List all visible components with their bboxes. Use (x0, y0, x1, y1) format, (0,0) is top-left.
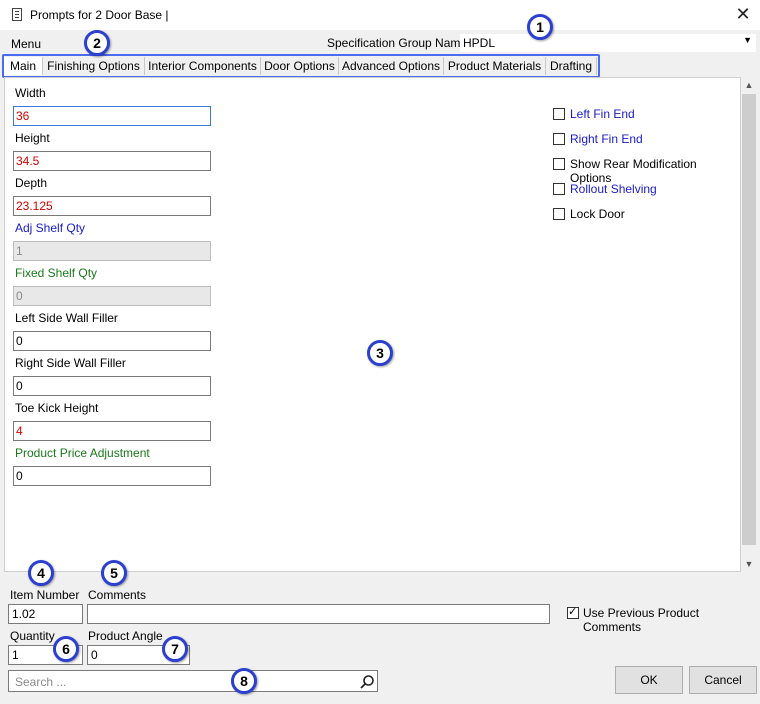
scroll-down-icon[interactable]: ▼ (741, 556, 757, 572)
tab-strip-highlight (2, 54, 600, 78)
right-side-wall-filler-label: Right Side Wall Filler (15, 356, 126, 370)
right-fin-end-label[interactable]: Right Fin End (570, 132, 643, 146)
width-label: Width (15, 86, 46, 100)
search-icon[interactable] (359, 674, 375, 690)
rollout-shelving-label[interactable]: Rollout Shelving (570, 182, 657, 196)
callout-badge: 4 (28, 560, 54, 586)
item-number-field[interactable]: 1.02 (8, 604, 83, 624)
chevron-down-icon: ▼ (743, 35, 752, 45)
window-title: Prompts for 2 Door Base | (30, 8, 169, 22)
quantity-label: Quantity (10, 629, 55, 643)
cancel-button[interactable]: Cancel (689, 666, 757, 694)
callout-badge: 8 (231, 668, 257, 694)
fixed-shelf-qty-field: 0 (13, 286, 211, 306)
menu-item[interactable]: Menu (11, 37, 41, 51)
depth-field[interactable]: 23.125 (13, 196, 211, 216)
ok-button[interactable]: OK (615, 666, 683, 694)
fixed-shelf-qty-label: Fixed Shelf Qty (15, 266, 98, 280)
right-fin-end-checkbox[interactable] (553, 133, 565, 145)
product-price-adjustment-field[interactable]: 0 (13, 466, 211, 486)
left-fin-end-checkbox[interactable] (553, 108, 565, 120)
height-field[interactable]: 34.5 (13, 151, 211, 171)
use-previous-comments-label[interactable]: Use Previous Product Comments (583, 606, 760, 634)
toe-kick-height-label: Toe Kick Height (15, 401, 99, 415)
search-input[interactable]: Search ... (8, 670, 378, 692)
comments-label: Comments (88, 588, 147, 602)
search-placeholder: Search ... (15, 675, 67, 689)
left-fin-end-label[interactable]: Left Fin End (570, 107, 635, 121)
lock-door-label[interactable]: Lock Door (570, 207, 625, 221)
product-angle-label: Product Angle (88, 629, 163, 643)
item-number-label: Item Number (10, 588, 80, 602)
comments-field[interactable] (87, 604, 550, 624)
spec-group-label: Specification Group Name (327, 36, 468, 50)
show-rear-modification-checkbox[interactable] (553, 158, 565, 170)
callout-badge: 1 (527, 14, 553, 40)
rollout-shelving-checkbox[interactable] (553, 183, 565, 195)
scroll-up-icon[interactable]: ▲ (741, 77, 757, 93)
callout-badge: 5 (101, 560, 127, 586)
right-side-wall-filler-field[interactable]: 0 (13, 376, 211, 396)
callout-badge: 6 (53, 636, 79, 662)
spec-group-dropdown[interactable]: HPDL ▼ (460, 34, 756, 52)
callout-badge: 3 (367, 340, 393, 366)
callout-badge: 2 (84, 30, 110, 56)
spec-group-value: HPDL (463, 36, 496, 50)
width-field[interactable]: 36 (13, 106, 211, 126)
toe-kick-height-field[interactable]: 4 (13, 421, 211, 441)
adj-shelf-qty-label: Adj Shelf Qty (15, 221, 86, 235)
depth-label: Depth (15, 176, 48, 190)
adj-shelf-qty-field: 1 (13, 241, 211, 261)
show-rear-modification-label[interactable]: Show Rear Modification Options (570, 157, 740, 185)
use-previous-comments-checkbox[interactable] (567, 605, 579, 619)
main-tab-panel: Width 36 Height 34.5 Depth 23.125 Adj Sh… (4, 77, 741, 572)
close-button[interactable]: ✕ (732, 3, 754, 25)
vertical-scrollbar[interactable]: ▲ ▼ (741, 77, 757, 572)
title-bar: Prompts for 2 Door Base | ✕ (0, 0, 760, 30)
lock-door-checkbox[interactable] (553, 208, 565, 220)
document-icon (12, 8, 22, 21)
left-side-wall-filler-label: Left Side Wall Filler (15, 311, 118, 325)
height-label: Height (15, 131, 50, 145)
callout-badge: 7 (162, 636, 188, 662)
product-price-adjustment-label: Product Price Adjustment (15, 446, 150, 460)
scroll-thumb[interactable] (742, 94, 756, 545)
left-side-wall-filler-field[interactable]: 0 (13, 331, 211, 351)
